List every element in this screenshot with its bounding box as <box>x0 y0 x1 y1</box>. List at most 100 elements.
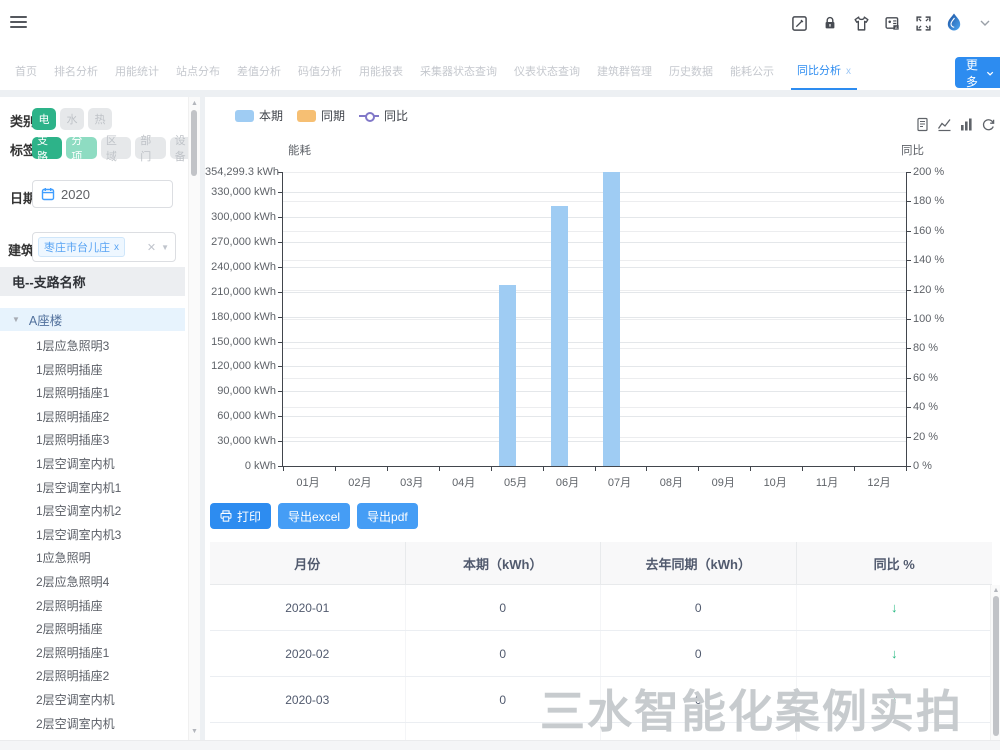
tree-item[interactable]: 2层空调室内机 <box>36 691 115 708</box>
sidebar-scrollbar[interactable]: ▲ ▼ <box>188 97 200 740</box>
tab-label: 用能报表 <box>359 66 403 78</box>
chevron-down-icon[interactable] <box>974 12 996 34</box>
building-tag-close-icon[interactable]: x <box>114 242 119 253</box>
right-axis-tick-label: 100 % <box>913 313 944 325</box>
select-caret-icon[interactable]: ▼ <box>161 243 169 252</box>
tab-建筑群管理[interactable]: 建筑群管理 <box>597 56 652 89</box>
left-axis-tick <box>278 217 283 218</box>
cell-yoy: ↓ <box>797 631 993 676</box>
tab-码值分析[interactable]: 码值分析 <box>298 56 342 89</box>
tab-首页[interactable]: 首页 <box>15 56 37 89</box>
tree-item[interactable]: 1层照明插座2 <box>36 408 109 425</box>
chart-plot-area <box>282 172 907 467</box>
tree-item[interactable]: 1层空调室内机3 <box>36 526 121 543</box>
audit-log-icon[interactable] <box>788 12 810 34</box>
table-body: 2020-0100↓2020-0200↓2020-0300↓2020-0400↓ <box>210 585 992 740</box>
theme-skin-icon[interactable] <box>850 12 872 34</box>
cell-current: 0 <box>406 723 602 740</box>
tree-item[interactable]: 2层照明插座 <box>36 620 103 637</box>
right-axis-tick-label: 140 % <box>913 254 944 266</box>
tag-option-区域[interactable]: 区域 <box>101 137 131 159</box>
bar-chart-icon[interactable] <box>959 117 974 132</box>
fullscreen-icon[interactable] <box>912 12 934 34</box>
line-chart-icon[interactable] <box>937 117 952 132</box>
legend-label: 本期 <box>259 107 283 124</box>
nav-tab-bar: 首页排名分析用能统计站点分布差值分析码值分析 用能报表 采集器状态查询仪表状态查询建… <box>0 55 1000 90</box>
building-tag[interactable]: 枣庄市台儿庄 x <box>38 237 125 257</box>
tree-collapse-icon[interactable]: ▼ <box>12 315 20 324</box>
right-axis-tick <box>906 348 911 349</box>
tab-差值分析[interactable]: 差值分析 <box>237 56 281 89</box>
tab-label: 历史数据 <box>669 66 713 78</box>
export-excel-button[interactable]: 导出excel <box>278 503 350 529</box>
tab-同比分析[interactable]: 同比分析x <box>791 55 857 90</box>
tree-item[interactable]: 1层照明插座1 <box>36 384 109 401</box>
gridline <box>283 348 906 349</box>
category-option-电[interactable]: 电 <box>32 108 56 130</box>
tree-item[interactable]: 2层应急照明4 <box>36 573 109 590</box>
legend-item-同比[interactable]: 同比 <box>359 107 408 124</box>
select-clear-icon[interactable]: ✕ <box>147 241 156 254</box>
right-axis-tick <box>906 290 911 291</box>
scroll-up-icon[interactable]: ▲ <box>189 100 200 107</box>
tab-仪表状态查询[interactable]: 仪表状态查询 <box>514 56 580 89</box>
date-input[interactable]: 2020 <box>32 180 173 208</box>
x-axis-tick-label: 05月 <box>490 474 542 490</box>
tree-item[interactable]: 2层照明插座2 <box>36 667 109 684</box>
sidebar-scrollbar-thumb[interactable] <box>191 110 197 176</box>
tree-item[interactable]: 2层照明插座1 <box>36 644 109 661</box>
yoy-down-arrow-icon: ↓ <box>891 692 898 707</box>
chart-legend: 本期同期同比 <box>235 107 408 124</box>
category-option-热[interactable]: 热 <box>88 108 112 130</box>
tag-option-分项[interactable]: 分项 <box>66 137 96 159</box>
tree-item[interactable]: 1层空调室内机1 <box>36 479 121 496</box>
table-scrollbar[interactable]: ▲ <box>990 585 1000 740</box>
svg-text:A: A <box>894 25 897 29</box>
right-axis-tick <box>906 201 911 202</box>
tab-站点分布[interactable]: 站点分布 <box>176 56 220 89</box>
table-header-cell: 同比 % <box>797 542 993 584</box>
tag-option-部门[interactable]: 部门 <box>135 137 165 159</box>
gridline <box>283 416 906 417</box>
x-axis-tick <box>387 466 388 471</box>
left-axis-title: 能耗 <box>288 142 311 158</box>
print-button[interactable]: 打印 <box>210 503 271 529</box>
tree-item[interactable]: 2层空调室内机 <box>36 715 115 732</box>
tree-item[interactable]: 1层应急照明3 <box>36 337 109 354</box>
tree-item[interactable]: 1层照明插座 <box>36 361 103 378</box>
tree-item[interactable]: 1层照明插座3 <box>36 431 109 448</box>
tab-用能统计[interactable]: 用能统计 <box>115 56 159 89</box>
data-view-icon[interactable] <box>915 117 930 132</box>
left-axis-tick-label: 180,000 kWh <box>205 311 276 323</box>
category-option-水[interactable]: 水 <box>60 108 84 130</box>
x-axis-tick-label: 07月 <box>594 474 646 490</box>
lock-icon[interactable] <box>819 12 841 34</box>
scroll-down-icon[interactable]: ▼ <box>189 728 200 735</box>
tree-item[interactable]: 1层空调室内机2 <box>36 502 121 519</box>
x-axis-tick <box>335 466 336 471</box>
hamburger-menu-icon[interactable] <box>10 16 27 29</box>
table-scrollbar-thumb[interactable] <box>993 596 999 736</box>
tree-item[interactable]: 1应急照明 <box>36 549 91 566</box>
tab-采集器状态查询[interactable]: 采集器状态查询 <box>420 56 497 89</box>
horizontal-scrollbar[interactable] <box>0 740 1000 750</box>
legend-item-本期[interactable]: 本期 <box>235 107 283 124</box>
topbar-icon-group: A <box>788 12 996 34</box>
tag-option-支路[interactable]: 支路 <box>32 137 62 159</box>
tab-排名分析[interactable]: 排名分析 <box>54 56 98 89</box>
tab-历史数据[interactable]: 历史数据 <box>669 56 713 89</box>
more-button[interactable]: 更多 <box>955 57 1000 88</box>
id-card-icon[interactable]: A <box>881 12 903 34</box>
tab-能耗公示[interactable]: 能耗公示 <box>730 56 774 89</box>
tab-close-icon[interactable]: x <box>846 66 851 77</box>
export-pdf-button[interactable]: 导出pdf <box>357 503 418 529</box>
tree-root-node[interactable]: ▼ A座楼 <box>0 308 185 331</box>
refresh-icon[interactable] <box>981 117 996 132</box>
tab-用能报表[interactable]: 用能报表 <box>359 56 403 89</box>
tree-item[interactable]: 2层照明插座 <box>36 597 103 614</box>
legend-item-同期[interactable]: 同期 <box>297 107 345 124</box>
tree-item[interactable]: 1层空调室内机 <box>36 455 115 472</box>
table-scroll-up-icon[interactable]: ▲ <box>991 587 1000 594</box>
building-select[interactable]: 枣庄市台儿庄 x ✕ ▼ <box>32 232 176 262</box>
left-axis-tick <box>278 416 283 417</box>
